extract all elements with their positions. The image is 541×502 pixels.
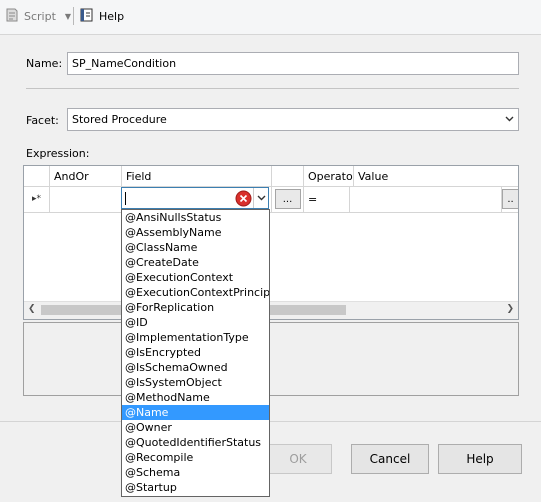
script-label: Script (24, 9, 56, 23)
field-combo[interactable] (121, 187, 269, 209)
value-ellipsis-cell: .. (502, 186, 518, 212)
dropdown-item[interactable]: @ImplementationType (122, 330, 269, 345)
scroll-right-icon[interactable]: ❯ (506, 304, 514, 314)
dropdown-item[interactable]: @MethodName (122, 390, 269, 405)
expression-grid[interactable]: AndOr Field Operato Value ▸* ... = .. ❮ … (23, 165, 519, 320)
toolbar-separator (73, 7, 74, 25)
dropdown-item[interactable]: @Name (122, 405, 269, 420)
divider (26, 88, 519, 89)
column-header-andor[interactable]: AndOr (50, 166, 122, 186)
dropdown-item[interactable]: @IsEncrypted (122, 345, 269, 360)
name-value: SP_NameCondition (72, 57, 177, 70)
help-button[interactable]: Help (438, 444, 522, 474)
name-field[interactable]: SP_NameCondition (67, 52, 519, 75)
chevron-down-icon[interactable]: ▼ (65, 12, 71, 21)
field-ellipsis-cell: ... (272, 186, 304, 212)
column-header-value[interactable]: Value (354, 166, 504, 186)
description-panel (23, 322, 519, 396)
bottom-separator (0, 421, 541, 422)
dropdown-item[interactable]: @ExecutionContextPrincipa (122, 285, 269, 300)
dropdown-item[interactable]: @IsSystemObject (122, 375, 269, 390)
dropdown-item[interactable]: @IsSchemaOwned (122, 360, 269, 375)
toolbar: Script ▼ Help (0, 0, 541, 35)
value-cell[interactable] (350, 186, 502, 212)
grid-header: AndOr Field Operato Value (24, 166, 518, 187)
field-ellipsis-button[interactable]: ... (274, 189, 301, 209)
script-icon (4, 7, 20, 26)
dropdown-item[interactable]: @Owner (122, 420, 269, 435)
dropdown-item[interactable]: @Recompile (122, 450, 269, 465)
ok-button[interactable]: OK (264, 444, 332, 474)
facet-value: Stored Procedure (72, 113, 167, 126)
dropdown-item[interactable]: @Startup (122, 480, 269, 495)
cancel-button[interactable]: Cancel (351, 444, 429, 474)
expression-label: Expression: (26, 147, 90, 160)
column-header-field[interactable]: Field (122, 166, 272, 186)
script-button[interactable]: Script ▼ (4, 6, 71, 26)
new-row-indicator: ▸* (24, 186, 50, 212)
field-dropdown-list[interactable]: @AnsiNullsStatus @AssemblyName @ClassName @… (121, 209, 270, 497)
chevron-down-icon[interactable] (253, 188, 269, 208)
operator-cell[interactable]: = (304, 186, 350, 212)
horizontal-scrollbar[interactable]: ❮ ❯ (24, 301, 518, 319)
column-header-operator[interactable]: Operato (304, 166, 354, 186)
table-row[interactable]: ▸* ... = .. (24, 186, 518, 213)
dropdown-item[interactable]: @ID (122, 315, 269, 330)
chevron-down-icon[interactable] (501, 109, 518, 129)
dropdown-item[interactable]: @ForReplication (122, 300, 269, 315)
help-toolbar-label: Help (99, 9, 125, 23)
text-cursor (125, 192, 126, 205)
dropdown-item[interactable]: @QuotedIdentifierStatus (122, 435, 269, 450)
help-toolbar-button[interactable]: Help (79, 6, 124, 26)
clear-error-icon[interactable] (235, 190, 252, 210)
dropdown-item[interactable]: @Schema (122, 465, 269, 480)
facet-label: Facet: (26, 114, 59, 127)
scroll-left-icon[interactable]: ❮ (28, 304, 36, 314)
help-book-icon (79, 7, 95, 26)
dropdown-item[interactable]: @AssemblyName (122, 225, 269, 240)
dropdown-item[interactable]: @ExecutionContext (122, 270, 269, 285)
dropdown-item[interactable]: @ClassName (122, 240, 269, 255)
dropdown-item[interactable]: @AnsiNullsStatus (122, 210, 269, 225)
row-header-corner (24, 166, 50, 186)
column-header-blank (272, 166, 304, 186)
value-ellipsis-button[interactable]: .. (502, 189, 518, 209)
name-label: Name: (26, 57, 63, 70)
facet-select[interactable]: Stored Procedure (67, 108, 519, 131)
andor-cell[interactable] (50, 186, 122, 212)
dropdown-item[interactable]: @CreateDate (122, 255, 269, 270)
